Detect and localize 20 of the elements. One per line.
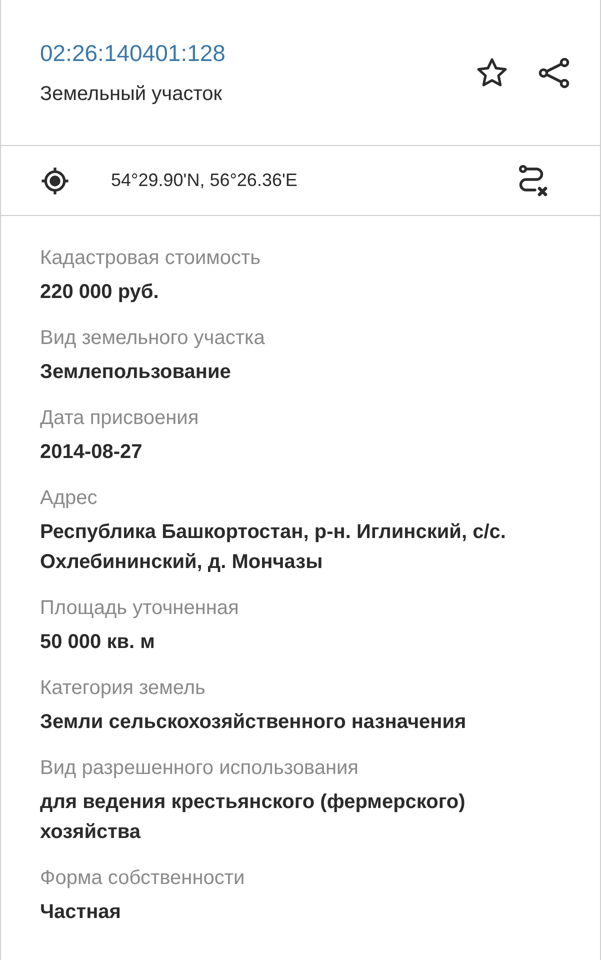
field-value: 2014-08-27 xyxy=(40,440,144,465)
field-label: Вид разрешенного использования xyxy=(40,756,360,781)
field-value: Земли сельскохозяйственного назначения xyxy=(40,710,468,735)
field-label: Категория земель xyxy=(40,676,206,701)
field-value: для ведения крестьянского (фермерского) хозяйства xyxy=(40,790,466,845)
location-target-icon xyxy=(39,164,71,196)
field-label: Адрес xyxy=(40,486,98,511)
field-label: Дата присвоения xyxy=(40,406,200,431)
object-type: Земельный участок xyxy=(40,82,224,107)
field-value: Республика Башкортостан, р-н. Иглинский, с/с. Охлебининский, д. Мончазы xyxy=(40,520,507,575)
field-value: Частная xyxy=(40,900,122,925)
field-value: Землепользование xyxy=(40,360,232,385)
field-value: 50 000 кв. м xyxy=(40,630,156,655)
field-label: Кадастровая стоимость xyxy=(40,246,262,271)
cadastral-number: 02:26:140401:128 xyxy=(40,39,226,68)
field-value: 220 000 руб. xyxy=(40,280,160,305)
field-label: Форма собственности xyxy=(40,866,246,891)
coordinates: 54°29.90'N, 56°26.36'E xyxy=(111,169,298,192)
field-label: Вид земельного участка xyxy=(40,326,266,351)
field-label: Площадь уточненная xyxy=(40,596,240,621)
